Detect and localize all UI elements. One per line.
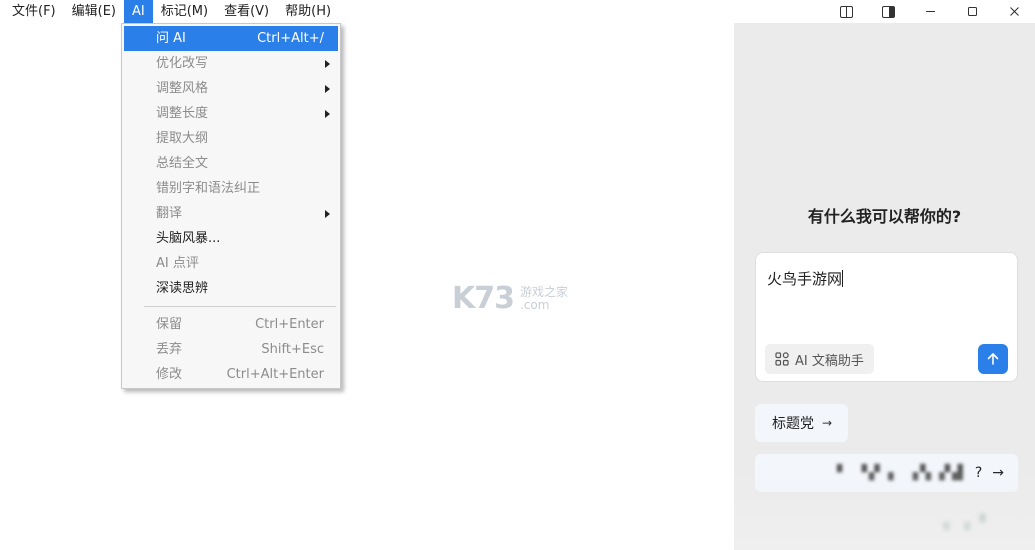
sidebar-right-icon <box>881 5 895 18</box>
menu-item-translate[interactable]: 翻译 <box>124 201 338 226</box>
ai-assistant-button[interactable]: AI 文稿助手 <box>765 344 874 374</box>
window-controls <box>825 0 1035 23</box>
submenu-arrow-icon <box>325 84 330 93</box>
minimize-icon <box>925 11 935 12</box>
menu-item-label: 调整长度 <box>156 106 209 121</box>
suggestion-row-blurred[interactable]: ▘ ▝▞ ▖ ▗▚ ▞▟ ? → <box>755 454 1018 492</box>
menu-item-grammar-fix[interactable]: 错别字和语法纠正 <box>124 176 338 201</box>
menu-item-label: 优化改写 <box>156 56 209 71</box>
blurred-text: ▘ ▝▞ ▖ ▗▚ ▞▟ <box>836 465 965 481</box>
ai-prompt-text: 火鸟手游网 <box>767 270 843 288</box>
menu-item-label: AI 点评 <box>156 256 199 271</box>
submenu-arrow-icon <box>325 209 330 218</box>
arrow-right-icon: → <box>992 465 1004 481</box>
watermark-side: 游戏之家 .com <box>520 284 569 312</box>
suggestion-row-blurred-2[interactable]: ▖ ▗ ▝ <box>755 504 995 542</box>
toggle-left-sidebar-button[interactable] <box>825 0 867 23</box>
menu-item-shortcut: Shift+Esc <box>261 342 324 357</box>
menu-edit[interactable]: 编辑(E) <box>64 0 124 23</box>
submenu-arrow-icon <box>325 109 330 118</box>
minimize-button[interactable] <box>909 0 951 23</box>
blurred-text: ▖ ▗ ▝ <box>943 515 985 531</box>
menu-mark[interactable]: 标记(M) <box>153 0 216 23</box>
close-icon <box>1009 7 1019 16</box>
chip-label: 标题党 <box>772 416 814 432</box>
suggestion-tail: ? <box>974 465 983 481</box>
menu-item-label: 修改 <box>156 367 183 382</box>
suggestion-chip-clickbait[interactable]: 标题党 → <box>755 404 849 442</box>
toggle-right-sidebar-button[interactable] <box>867 0 909 23</box>
ai-menu-dropdown: 问 AI Ctrl+Alt+/ 优化改写 调整风格 调整长度 提取大纲 总结全文… <box>121 23 341 389</box>
ai-panel-heading: 有什么我可以帮你的? <box>807 207 962 226</box>
menu-bar: 文件(F) 编辑(E) AI 标记(M) 查看(V) 帮助(H) <box>0 0 1035 23</box>
arrow-up-icon <box>987 353 999 365</box>
menu-item-extract-outline[interactable]: 提取大纲 <box>124 126 338 151</box>
apps-grid-icon <box>775 352 789 366</box>
ai-input-box[interactable]: 火鸟手游网 AI 文稿助手 <box>755 252 1018 382</box>
watermark-com: .com <box>520 297 550 312</box>
menu-item-adjust-style[interactable]: 调整风格 <box>124 76 338 101</box>
close-button[interactable] <box>993 0 1035 23</box>
menu-item-shortcut: Ctrl+Enter <box>255 317 324 332</box>
send-button[interactable] <box>978 344 1008 374</box>
menu-item-label: 总结全文 <box>156 156 209 171</box>
arrow-right-icon: → <box>822 416 833 430</box>
menu-item-label: 错别字和语法纠正 <box>156 181 261 196</box>
watermark-logo: K73 游戏之家 .com <box>452 281 568 316</box>
editor-area[interactable]: K73 游戏之家 .com <box>0 23 734 550</box>
menu-item-label: 调整风格 <box>156 81 209 96</box>
watermark-cn: 游戏之家 <box>520 284 569 299</box>
maximize-icon <box>967 7 977 16</box>
menu-item-brainstorm[interactable]: 头脑风暴... <box>124 226 338 251</box>
menu-item-modify[interactable]: 修改 Ctrl+Alt+Enter <box>124 362 338 387</box>
menu-separator <box>144 306 336 307</box>
watermark-main: K73 <box>452 281 515 316</box>
menu-item-deep-read[interactable]: 深读思辨 <box>124 276 338 301</box>
ai-assistant-label: AI 文稿助手 <box>795 353 864 369</box>
menu-help[interactable]: 帮助(H) <box>277 0 339 23</box>
menu-item-label: 丢弃 <box>156 342 183 357</box>
ai-prompt-input[interactable]: 火鸟手游网 <box>767 268 1007 289</box>
menu-item-label: 深读思辨 <box>156 281 209 296</box>
menu-file[interactable]: 文件(F) <box>4 0 64 23</box>
menu-item-shortcut: Ctrl+Alt+/ <box>257 31 324 46</box>
menu-item-label: 保留 <box>156 317 183 332</box>
sidebar-left-icon <box>839 5 853 18</box>
menu-item-adjust-length[interactable]: 调整长度 <box>124 101 338 126</box>
menu-item-label: 头脑风暴... <box>156 231 221 246</box>
submenu-arrow-icon <box>325 59 330 68</box>
menu-ai[interactable]: AI <box>123 0 153 23</box>
menu-item-label: 翻译 <box>156 206 183 221</box>
menu-item-label: 提取大纲 <box>156 131 209 146</box>
menu-item-summarize[interactable]: 总结全文 <box>124 151 338 176</box>
menu-item-label: 问 AI <box>156 31 186 46</box>
menu-item-ask-ai[interactable]: 问 AI Ctrl+Alt+/ <box>124 26 338 51</box>
maximize-button[interactable] <box>951 0 993 23</box>
menu-item-optimize-rewrite[interactable]: 优化改写 <box>124 51 338 76</box>
menu-item-ai-review[interactable]: AI 点评 <box>124 251 338 276</box>
menu-view[interactable]: 查看(V) <box>216 0 277 23</box>
text-caret <box>842 270 844 287</box>
menu-item-shortcut: Ctrl+Alt+Enter <box>226 367 324 382</box>
menu-item-discard[interactable]: 丢弃 Shift+Esc <box>124 337 338 362</box>
ai-side-panel: 有什么我可以帮你的? 火鸟手游网 AI 文稿助手 标题党 → ▘ ▝▞ ▖ ▗▚… <box>734 23 1035 550</box>
menu-item-keep[interactable]: 保留 Ctrl+Enter <box>124 312 338 337</box>
